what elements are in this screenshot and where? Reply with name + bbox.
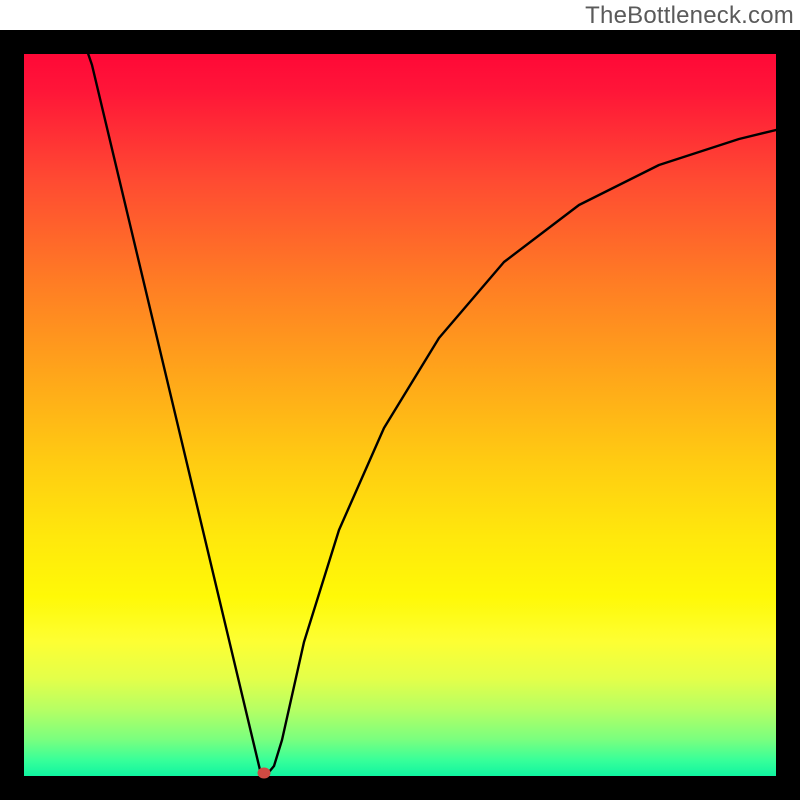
chart-frame-bottom [0, 776, 800, 800]
chart-frame-left [0, 30, 24, 800]
watermark-text: TheBottleneck.com [585, 2, 794, 30]
bottleneck-curve-svg [24, 30, 776, 776]
chart-container: TheBottleneck.com [0, 0, 800, 800]
bottleneck-curve-path [80, 30, 776, 773]
chart-frame-right [776, 30, 800, 800]
optimal-point-marker [258, 768, 271, 779]
